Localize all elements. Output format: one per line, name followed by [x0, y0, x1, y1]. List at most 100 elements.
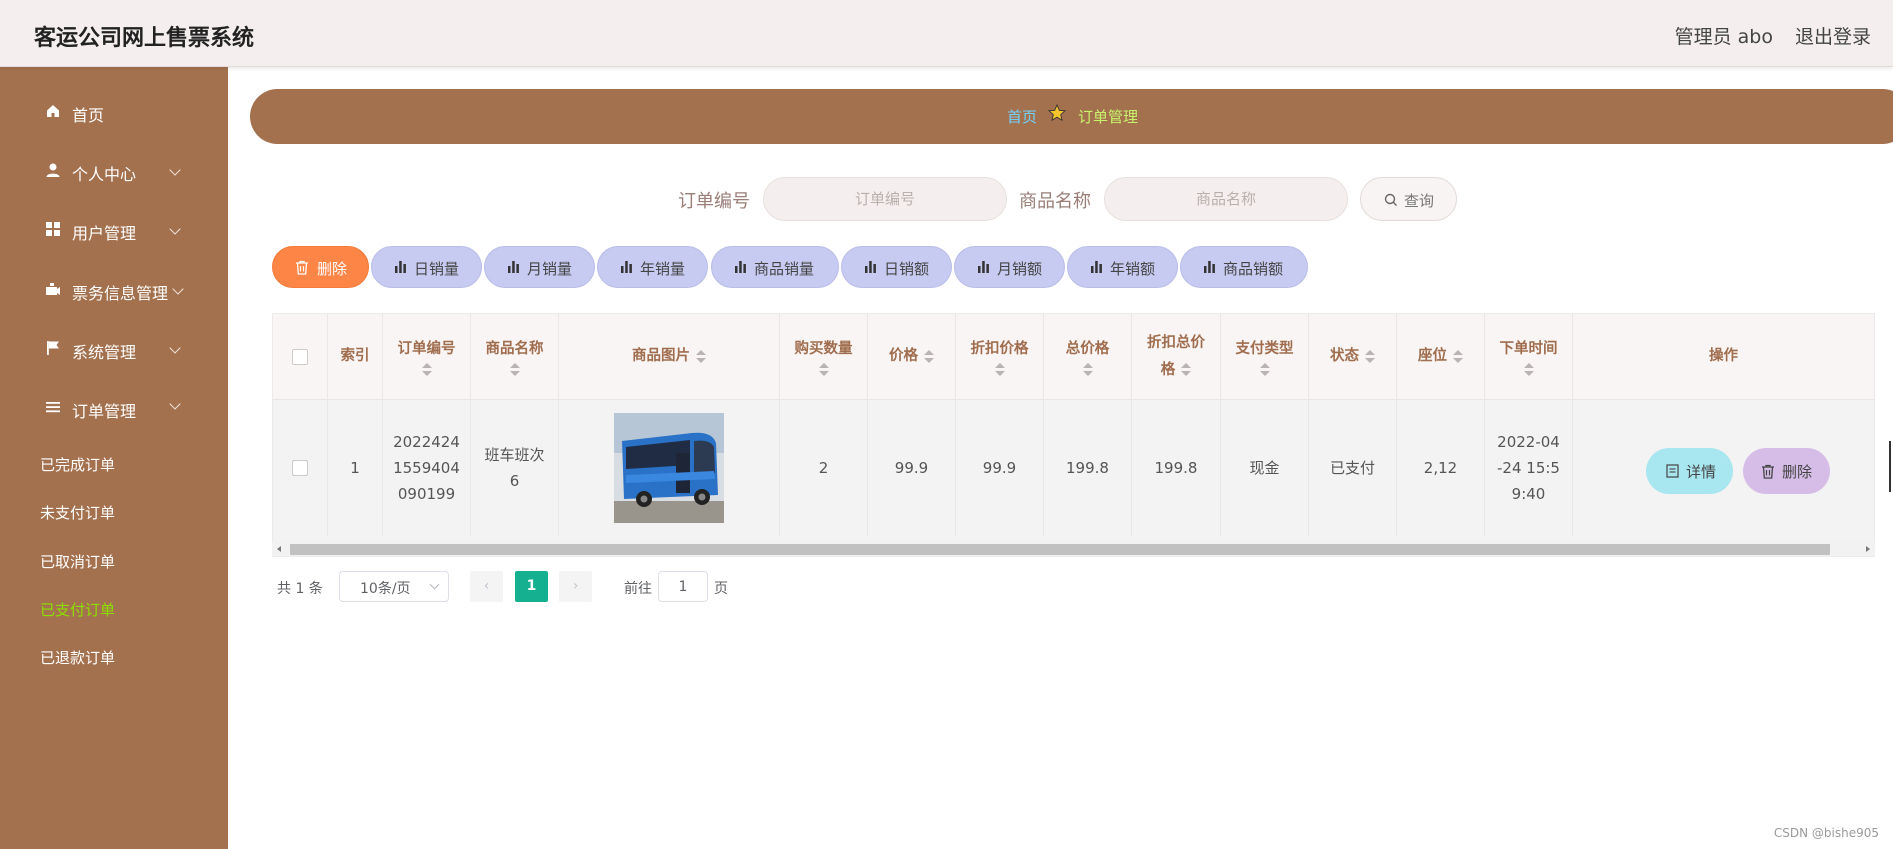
select-all-checkbox[interactable] — [292, 348, 308, 365]
query-button[interactable]: 查询 — [1360, 177, 1457, 221]
header-status-label: 状态 — [1330, 348, 1359, 364]
breadcrumb-home[interactable]: 首页 — [1007, 106, 1037, 127]
app-title: 客运公司网上售票系统 — [34, 26, 255, 51]
header-total-price-label: 总价格 — [1065, 341, 1110, 357]
yearly-sales-amount-label: 年销额 — [1110, 260, 1156, 278]
product-sales-volume-button[interactable]: 商品销量 — [711, 246, 839, 288]
sidebar-item-order-management[interactable]: 订单管理 — [0, 388, 228, 428]
header-discount-total[interactable]: 折扣总价 格 — [1132, 314, 1220, 399]
page-number-button[interactable]: 1 — [515, 571, 548, 602]
next-page-button[interactable]: › — [559, 571, 592, 602]
sidebar-subitem-completed-orders[interactable]: 已完成订单 — [40, 454, 115, 484]
sort-icon[interactable] — [1365, 349, 1375, 364]
header-total-price[interactable]: 总价格 — [1044, 314, 1131, 399]
header-discount-price[interactable]: 折扣价格 — [956, 314, 1043, 399]
scrollbar-thumb[interactable] — [290, 544, 1830, 555]
page-size-select[interactable]: 10条/页 — [339, 571, 449, 602]
header-order-time[interactable]: 下单时间 — [1485, 314, 1572, 399]
sort-icon[interactable] — [1181, 362, 1192, 377]
cell-seat: 2,12 — [1423, 459, 1458, 477]
monthly-sales-amount-label: 月销额 — [997, 260, 1043, 278]
goto-page-input[interactable] — [658, 571, 708, 602]
header-seat[interactable]: 座位 — [1397, 314, 1484, 399]
sidebar-subitem-unpaid-orders[interactable]: 未支付订单 — [40, 502, 115, 532]
bus-image[interactable] — [614, 413, 724, 523]
sort-icon[interactable] — [509, 363, 520, 377]
header-quantity-label: 购买数量 — [794, 341, 853, 357]
bar-chart-icon — [1091, 261, 1102, 273]
row-checkbox[interactable] — [292, 460, 308, 476]
product-name-label: 商品名称 — [1019, 191, 1091, 212]
daily-sales-volume-label: 日销量 — [414, 260, 460, 278]
sort-icon[interactable] — [994, 363, 1005, 377]
sidebar-item-system-management[interactable]: 系统管理 — [0, 329, 228, 369]
sidebar-item-label: 订单管理 — [72, 402, 137, 421]
orders-table: 索引 订单编号 商品名称 商品图片 购买数量 价格 折扣价格 总价格 折扣总价 … — [272, 313, 1875, 557]
sort-icon[interactable] — [1259, 363, 1270, 377]
row-delete-label: 删除 — [1782, 463, 1813, 481]
header-select-all — [273, 314, 327, 399]
sort-icon[interactable] — [421, 363, 432, 377]
header-product-image[interactable]: 商品图片 — [559, 314, 779, 399]
cell-status: 已支付 — [1329, 459, 1375, 477]
chevron-down-icon — [429, 579, 440, 590]
bar-chart-icon — [621, 261, 632, 273]
bulk-delete-label: 删除 — [317, 260, 348, 278]
header-order-no[interactable]: 订单编号 — [383, 314, 470, 399]
product-name-input[interactable] — [1104, 177, 1348, 221]
chevron-down-icon — [169, 342, 181, 354]
daily-sales-amount-button[interactable]: 日销额 — [841, 246, 952, 288]
yearly-sales-volume-button[interactable]: 年销量 — [597, 246, 708, 288]
list-icon — [46, 402, 60, 413]
sidebar-subitem-refunded-orders[interactable]: 已退款订单 — [40, 647, 115, 677]
grid-icon — [46, 222, 60, 236]
sort-icon[interactable] — [818, 363, 829, 377]
bulk-delete-button[interactable]: 删除 — [272, 246, 369, 288]
header-quantity[interactable]: 购买数量 — [780, 314, 867, 399]
cell-order-time: 2022-04 -24 15:5 9:40 — [1485, 400, 1572, 536]
sidebar-item-label: 系统管理 — [72, 343, 137, 362]
logout-link[interactable]: 退出登录 — [1795, 22, 1871, 49]
daily-sales-volume-button[interactable]: 日销量 — [371, 246, 482, 288]
header-payment-type[interactable]: 支付类型 — [1221, 314, 1308, 399]
home-icon — [47, 105, 59, 117]
bar-chart-icon — [395, 261, 406, 273]
row-delete-button[interactable]: 删除 — [1743, 448, 1830, 494]
sidebar-item-personal-center[interactable]: 个人中心 — [0, 151, 228, 191]
sort-icon[interactable] — [696, 349, 706, 364]
scroll-right-icon[interactable] — [1866, 546, 1870, 552]
sort-icon[interactable] — [1453, 349, 1463, 364]
order-no-label: 订单编号 — [678, 191, 750, 212]
sidebar-item-home[interactable]: 首页 — [0, 92, 228, 132]
header-index-label: 索引 — [340, 348, 370, 364]
prev-page-button[interactable]: ‹ — [470, 571, 503, 602]
sort-icon[interactable] — [924, 349, 934, 364]
product-sales-amount-button[interactable]: 商品销额 — [1180, 246, 1308, 288]
cell-order-time-line: 9:40 — [1511, 485, 1546, 503]
sidebar-item-label: 首页 — [72, 106, 105, 125]
header-price[interactable]: 价格 — [868, 314, 955, 399]
header-status[interactable]: 状态 — [1309, 314, 1396, 399]
cell-order-no-line: 2022424 — [393, 433, 460, 451]
cell-product-name-line: 班车班次 — [484, 446, 545, 464]
sidebar-subitem-cancelled-orders[interactable]: 已取消订单 — [40, 551, 115, 581]
sidebar-subitem-paid-orders[interactable]: 已支付订单 — [40, 599, 115, 629]
monthly-sales-amount-button[interactable]: 月销额 — [954, 246, 1065, 288]
detail-button[interactable]: 详情 — [1646, 448, 1733, 494]
scroll-left-icon[interactable] — [277, 546, 281, 552]
header-product-name[interactable]: 商品名称 — [471, 314, 558, 399]
sidebar-item-ticket-info[interactable]: 票务信息管理 — [0, 270, 228, 310]
search-icon — [1384, 193, 1397, 206]
horizontal-scrollbar[interactable] — [272, 542, 1875, 556]
monthly-sales-volume-button[interactable]: 月销量 — [484, 246, 595, 288]
yearly-sales-amount-button[interactable]: 年销额 — [1067, 246, 1178, 288]
trash-icon — [1762, 464, 1774, 479]
header-seat-label: 座位 — [1418, 348, 1447, 364]
sort-icon[interactable] — [1082, 363, 1093, 377]
ticket-icon — [46, 283, 60, 295]
sort-icon[interactable] — [1523, 363, 1534, 377]
sidebar-item-user-management[interactable]: 用户管理 — [0, 210, 228, 250]
order-no-input[interactable] — [763, 177, 1007, 221]
pagination-total: 共 1 条 — [277, 581, 323, 597]
cell-order-no: 2022424 1559404 090199 — [383, 400, 470, 536]
